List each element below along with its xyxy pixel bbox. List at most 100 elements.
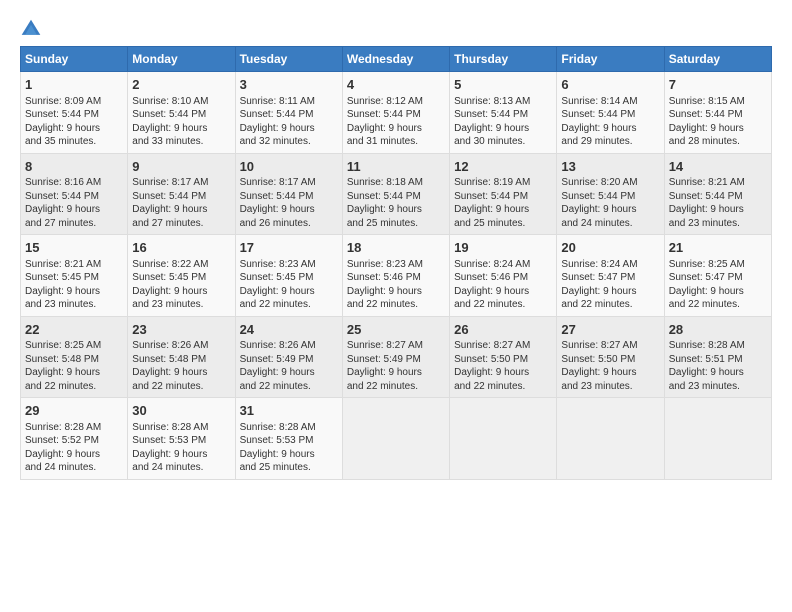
day-number: 20 (561, 239, 659, 257)
calendar-cell: 27Sunrise: 8:27 AMSunset: 5:50 PMDayligh… (557, 316, 664, 398)
page: SundayMondayTuesdayWednesdayThursdayFrid… (0, 0, 792, 612)
day-info: Sunrise: 8:22 AM (132, 258, 230, 272)
day-info: Sunrise: 8:25 AM (25, 339, 123, 353)
day-info: Sunset: 5:45 PM (240, 271, 338, 285)
day-info: Daylight: 9 hours (454, 285, 552, 299)
day-info: Daylight: 9 hours (25, 448, 123, 462)
week-row-5: 29Sunrise: 8:28 AMSunset: 5:52 PMDayligh… (21, 398, 772, 480)
calendar-cell: 4Sunrise: 8:12 AMSunset: 5:44 PMDaylight… (342, 72, 449, 154)
calendar-cell: 1Sunrise: 8:09 AMSunset: 5:44 PMDaylight… (21, 72, 128, 154)
day-info: Sunrise: 8:12 AM (347, 95, 445, 109)
day-info: Sunrise: 8:11 AM (240, 95, 338, 109)
day-number: 9 (132, 158, 230, 176)
day-info: Daylight: 9 hours (561, 122, 659, 136)
day-info: Sunset: 5:44 PM (454, 108, 552, 122)
day-info: Sunset: 5:45 PM (132, 271, 230, 285)
day-number: 10 (240, 158, 338, 176)
calendar-cell: 7Sunrise: 8:15 AMSunset: 5:44 PMDaylight… (664, 72, 771, 154)
day-info: Sunset: 5:44 PM (347, 190, 445, 204)
day-info: Sunrise: 8:27 AM (561, 339, 659, 353)
day-info: and 22 minutes. (669, 298, 767, 312)
day-info: Daylight: 9 hours (347, 285, 445, 299)
day-info: and 23 minutes. (132, 298, 230, 312)
day-info: and 22 minutes. (240, 380, 338, 394)
calendar-cell: 19Sunrise: 8:24 AMSunset: 5:46 PMDayligh… (450, 235, 557, 317)
day-info: and 33 minutes. (132, 135, 230, 149)
day-number: 31 (240, 402, 338, 420)
day-info: and 23 minutes. (25, 298, 123, 312)
day-info: Sunset: 5:44 PM (561, 190, 659, 204)
day-info: and 22 minutes. (561, 298, 659, 312)
day-info: Sunset: 5:46 PM (347, 271, 445, 285)
day-info: and 25 minutes. (240, 461, 338, 475)
calendar-cell: 5Sunrise: 8:13 AMSunset: 5:44 PMDaylight… (450, 72, 557, 154)
day-info: Sunrise: 8:10 AM (132, 95, 230, 109)
day-info: Sunset: 5:44 PM (240, 190, 338, 204)
day-number: 2 (132, 76, 230, 94)
day-info: and 35 minutes. (25, 135, 123, 149)
day-info: Daylight: 9 hours (25, 203, 123, 217)
day-info: Daylight: 9 hours (454, 203, 552, 217)
day-info: and 26 minutes. (240, 217, 338, 231)
day-number: 7 (669, 76, 767, 94)
day-info: and 22 minutes. (240, 298, 338, 312)
day-info: Sunset: 5:44 PM (25, 108, 123, 122)
day-info: Sunset: 5:44 PM (669, 108, 767, 122)
day-header-tuesday: Tuesday (235, 47, 342, 72)
calendar-cell: 3Sunrise: 8:11 AMSunset: 5:44 PMDaylight… (235, 72, 342, 154)
day-info: Sunrise: 8:28 AM (240, 421, 338, 435)
day-info: and 22 minutes. (132, 380, 230, 394)
day-number: 6 (561, 76, 659, 94)
calendar-cell: 8Sunrise: 8:16 AMSunset: 5:44 PMDaylight… (21, 153, 128, 235)
calendar-cell: 24Sunrise: 8:26 AMSunset: 5:49 PMDayligh… (235, 316, 342, 398)
day-number: 28 (669, 321, 767, 339)
day-info: Sunrise: 8:17 AM (240, 176, 338, 190)
calendar-cell (342, 398, 449, 480)
day-info: Sunset: 5:44 PM (347, 108, 445, 122)
day-info: Sunrise: 8:26 AM (132, 339, 230, 353)
day-info: and 31 minutes. (347, 135, 445, 149)
day-info: Daylight: 9 hours (25, 285, 123, 299)
day-number: 21 (669, 239, 767, 257)
calendar-cell: 20Sunrise: 8:24 AMSunset: 5:47 PMDayligh… (557, 235, 664, 317)
calendar-cell: 16Sunrise: 8:22 AMSunset: 5:45 PMDayligh… (128, 235, 235, 317)
day-info: Sunset: 5:44 PM (25, 190, 123, 204)
day-info: Sunset: 5:44 PM (132, 190, 230, 204)
day-info: Sunrise: 8:23 AM (240, 258, 338, 272)
week-row-1: 1Sunrise: 8:09 AMSunset: 5:44 PMDaylight… (21, 72, 772, 154)
day-header-friday: Friday (557, 47, 664, 72)
week-row-2: 8Sunrise: 8:16 AMSunset: 5:44 PMDaylight… (21, 153, 772, 235)
day-info: Sunrise: 8:24 AM (454, 258, 552, 272)
calendar-cell: 18Sunrise: 8:23 AMSunset: 5:46 PMDayligh… (342, 235, 449, 317)
day-info: Daylight: 9 hours (669, 366, 767, 380)
day-info: Sunset: 5:44 PM (561, 108, 659, 122)
day-info: and 23 minutes. (669, 217, 767, 231)
day-number: 24 (240, 321, 338, 339)
day-number: 14 (669, 158, 767, 176)
day-info: Daylight: 9 hours (132, 203, 230, 217)
day-info: Sunrise: 8:23 AM (347, 258, 445, 272)
day-info: Sunset: 5:48 PM (25, 353, 123, 367)
calendar-cell: 6Sunrise: 8:14 AMSunset: 5:44 PMDaylight… (557, 72, 664, 154)
calendar-cell: 28Sunrise: 8:28 AMSunset: 5:51 PMDayligh… (664, 316, 771, 398)
day-info: and 27 minutes. (132, 217, 230, 231)
day-info: Sunrise: 8:24 AM (561, 258, 659, 272)
calendar-cell: 12Sunrise: 8:19 AMSunset: 5:44 PMDayligh… (450, 153, 557, 235)
day-info: Sunset: 5:44 PM (132, 108, 230, 122)
day-info: Sunset: 5:53 PM (240, 434, 338, 448)
day-info: and 24 minutes. (132, 461, 230, 475)
calendar-cell (450, 398, 557, 480)
day-info: Daylight: 9 hours (561, 285, 659, 299)
day-header-sunday: Sunday (21, 47, 128, 72)
day-info: Daylight: 9 hours (454, 366, 552, 380)
day-number: 15 (25, 239, 123, 257)
day-info: Daylight: 9 hours (669, 203, 767, 217)
day-info: Sunrise: 8:27 AM (347, 339, 445, 353)
day-info: Sunrise: 8:15 AM (669, 95, 767, 109)
day-number: 11 (347, 158, 445, 176)
logo-icon (20, 18, 42, 40)
day-info: Daylight: 9 hours (240, 448, 338, 462)
day-info: Daylight: 9 hours (240, 122, 338, 136)
day-info: Daylight: 9 hours (240, 366, 338, 380)
day-number: 12 (454, 158, 552, 176)
